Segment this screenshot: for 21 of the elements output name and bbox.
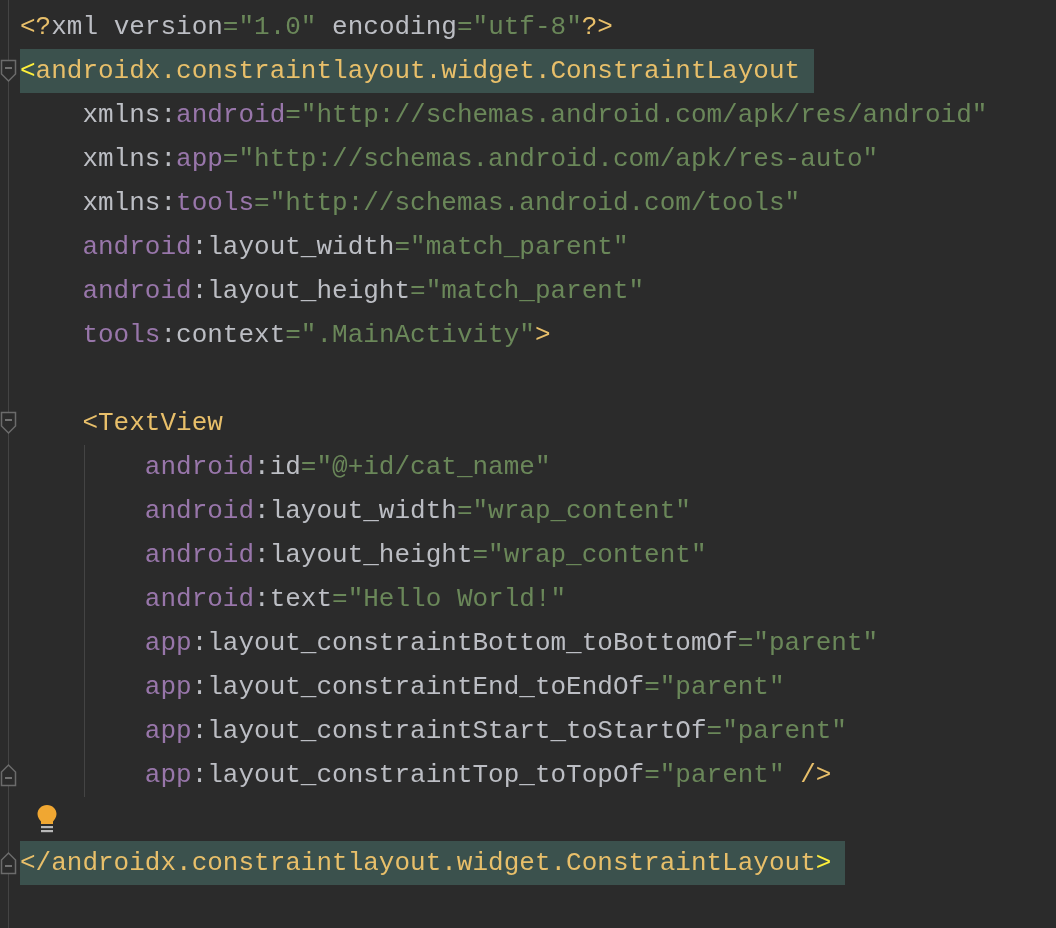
code-line: app:layout_constraintBottom_toBottomOf="parent" [143,627,880,660]
code-line: xmlns:tools="http://schemas.android.com/tools" [81,187,802,220]
code-line: tools:context=".MainActivity"> [81,319,552,352]
code-line: android:text="Hello World!" [143,583,568,616]
code-line: android:layout_height="wrap_content" [143,539,708,572]
code-line: android:id="@+id/cat_name" [143,451,552,484]
code-line: xmlns:app="http://schemas.android.com/apk/res-auto" [81,143,880,176]
code-line: <TextView [81,407,224,440]
code-line: xmlns:android="http://schemas.android.com/apk/res/android" [81,99,989,132]
fold-collapse-icon[interactable] [0,59,17,83]
lightbulb-icon[interactable] [36,804,58,834]
code-line: app:layout_constraintTop_toTopOf="parent" /> [143,759,833,792]
fold-end-icon[interactable] [0,763,17,787]
code-line: android:layout_width="wrap_content" [143,495,692,528]
code-line: app:layout_constraintEnd_toEndOf="parent" [143,671,786,704]
code-line: android:layout_width="match_parent" [81,231,630,264]
code-line: android:layout_height="match_parent" [81,275,646,308]
code-line: <?xml version="1.0" encoding="utf-8"?> [20,11,614,44]
fold-collapse-icon[interactable] [0,411,17,435]
fold-end-icon[interactable] [0,851,17,875]
code-line: app:layout_constraintStart_toStartOf="parent" [143,715,848,748]
